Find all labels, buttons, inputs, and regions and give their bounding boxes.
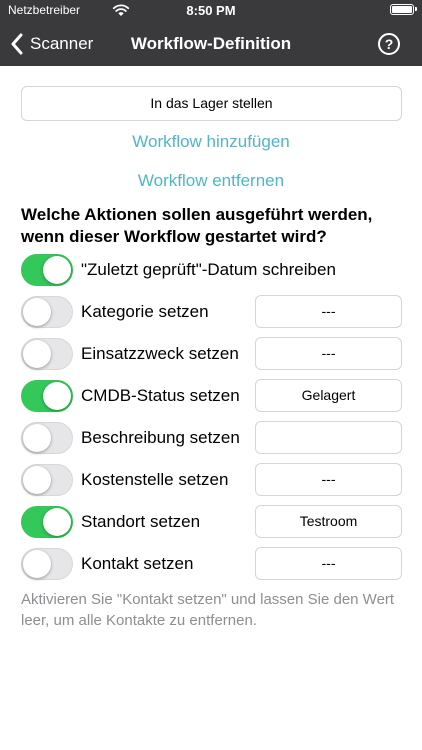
toggle-knob	[23, 550, 51, 578]
chevron-left-icon	[11, 33, 23, 55]
toggle-location[interactable]	[21, 506, 73, 538]
action-label: "Zuletzt geprüft"-Datum schreiben	[81, 260, 336, 279]
action-label: Kontakt setzen	[81, 554, 194, 573]
actions-question: Welche Aktionen sollen ausgeführt werden…	[21, 205, 373, 246]
action-row-location: Standort setzen Testroom	[21, 505, 406, 538]
action-label: Einsatzzweck setzen	[81, 344, 239, 363]
workflow-select-button[interactable]: In das Lager stellen	[21, 86, 402, 121]
toggle-knob	[43, 508, 71, 536]
toggle-description[interactable]	[21, 422, 73, 454]
action-row-cost-center: Kostenstelle setzen ---	[21, 463, 406, 496]
action-label: Beschreibung setzen	[81, 428, 240, 447]
location-value-field[interactable]: Testroom	[255, 505, 402, 538]
status-time: 8:50 PM	[186, 3, 236, 18]
add-workflow-link[interactable]: Workflow hinzufügen	[0, 132, 422, 152]
cost-center-value-field[interactable]: ---	[255, 463, 402, 496]
toggle-cmdb-status[interactable]	[21, 380, 73, 412]
battery-icon	[390, 4, 417, 15]
toggle-knob	[23, 466, 51, 494]
toggle-knob	[23, 340, 51, 368]
help-icon[interactable]: ?	[378, 33, 400, 55]
back-label: Scanner	[30, 34, 94, 53]
toggle-category[interactable]	[21, 296, 73, 328]
action-row-purpose: Einsatzzweck setzen ---	[21, 337, 406, 370]
contact-value-field[interactable]: ---	[255, 547, 402, 580]
toggle-contact[interactable]	[21, 548, 73, 580]
action-row-category: Kategorie setzen ---	[21, 295, 406, 328]
cmdb-status-value-field[interactable]: Gelagert	[255, 379, 402, 412]
toggle-cost-center[interactable]	[21, 464, 73, 496]
toggle-last-checked[interactable]	[21, 254, 73, 286]
navigation-bar: Netzbetreiber 8:50 PM Scanner Workflow-D…	[0, 0, 422, 66]
category-value-field[interactable]: ---	[255, 295, 402, 328]
back-button[interactable]: Scanner	[10, 32, 93, 56]
toggle-purpose[interactable]	[21, 338, 73, 370]
action-label: CMDB-Status setzen	[81, 386, 240, 405]
description-value-field[interactable]	[255, 421, 402, 454]
status-bar: Netzbetreiber 8:50 PM	[0, 0, 422, 22]
action-label: Standort setzen	[81, 512, 201, 531]
action-row-last-checked: "Zuletzt geprüft"-Datum schreiben	[21, 254, 406, 286]
contact-hint-text: Aktivieren Sie "Kontakt setzen" und lass…	[21, 591, 395, 629]
action-label: Kostenstelle setzen	[81, 470, 229, 489]
action-row-description: Beschreibung setzen	[21, 421, 406, 454]
toggle-knob	[43, 382, 71, 410]
toggle-knob	[23, 298, 51, 326]
toggle-knob	[23, 424, 51, 452]
remove-workflow-link[interactable]: Workflow entfernen	[0, 171, 422, 191]
action-label: Kategorie setzen	[81, 302, 209, 321]
action-row-contact: Kontakt setzen ---	[21, 547, 406, 580]
purpose-value-field[interactable]: ---	[255, 337, 402, 370]
action-row-cmdb-status: CMDB-Status setzen Gelagert	[21, 379, 406, 412]
toggle-knob	[43, 256, 71, 284]
